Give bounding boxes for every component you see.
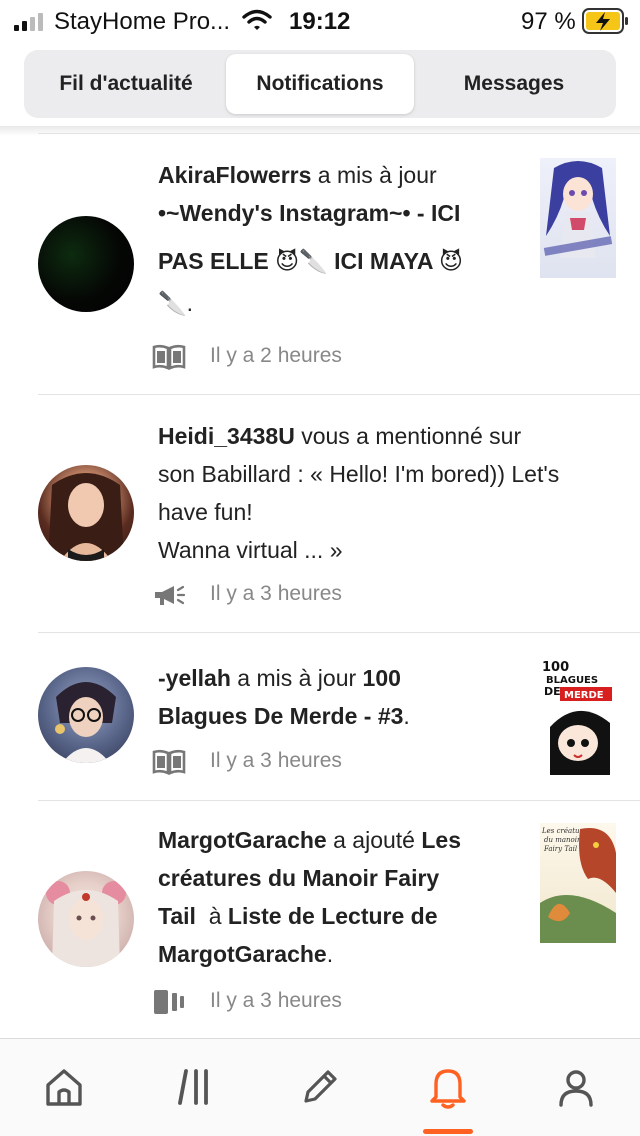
home-icon bbox=[46, 1069, 82, 1106]
message-preview: son Babillard : « Hello! I'm bored)) Let… bbox=[158, 461, 560, 487]
status-bar: StayHome Pro... 19:12 97 % bbox=[0, 0, 640, 44]
library-icon bbox=[178, 1069, 208, 1105]
story-title[interactable]: 100 bbox=[363, 665, 401, 691]
notification-item[interactable]: AkiraFlowerrs a mis à jour •~Wendy's Ins… bbox=[0, 140, 640, 394]
user-avatar[interactable] bbox=[38, 216, 134, 312]
signal-icon bbox=[14, 13, 43, 31]
username[interactable]: AkiraFlowerrs bbox=[158, 162, 311, 188]
wifi-icon bbox=[242, 9, 272, 30]
story-title-cont[interactable]: créatures du Manoir Fairy bbox=[158, 865, 439, 891]
bottom-nav bbox=[0, 1038, 640, 1136]
pencil-icon bbox=[304, 1070, 337, 1103]
notification-text: AkiraFlowerrs a mis à jour •~Wendy's Ins… bbox=[158, 162, 463, 316]
active-tab-indicator bbox=[423, 1129, 473, 1134]
book-icon bbox=[152, 749, 186, 775]
svg-text:MERDE: MERDE bbox=[564, 690, 604, 701]
jokes-cover-image: 100 BLAGUES DE MERDE bbox=[542, 660, 612, 775]
username[interactable]: -yellah bbox=[158, 665, 231, 691]
notification-time: Il y a 2 heures bbox=[210, 344, 342, 367]
creatures-cover-image: Les créatures du manoir Fairy Tail bbox=[540, 827, 616, 943]
svg-text:DE: DE bbox=[544, 685, 561, 698]
notification-text: MargotGarache a ajouté Les créatures du … bbox=[158, 827, 461, 967]
username[interactable]: Heidi_3438U bbox=[158, 423, 295, 449]
megaphone-icon bbox=[155, 585, 186, 605]
profile-icon bbox=[559, 1070, 593, 1107]
tab-messages[interactable]: Messages bbox=[416, 54, 612, 114]
user-avatar[interactable] bbox=[38, 667, 134, 763]
nav-notifications[interactable] bbox=[420, 1061, 476, 1113]
avatar-portrait-image bbox=[55, 682, 116, 763]
reading-list-title[interactable]: Liste de Lecture de bbox=[228, 903, 438, 929]
story-title[interactable]: •~Wendy's Instagram~• - ICI bbox=[158, 200, 460, 226]
battery-percent: 97 % bbox=[521, 8, 576, 35]
nav-profile[interactable] bbox=[548, 1061, 604, 1113]
story-title-cont[interactable]: Blagues De Merde - #3 bbox=[158, 703, 403, 729]
username[interactable]: MargotGarache bbox=[158, 827, 327, 853]
story-title[interactable]: Les bbox=[421, 827, 461, 853]
notification-item[interactable]: MargotGarache a ajouté Les créatures du … bbox=[0, 801, 640, 1037]
avatar-portrait-image bbox=[48, 473, 124, 561]
header-divider bbox=[38, 133, 640, 134]
book-icon bbox=[152, 344, 186, 370]
bell-icon bbox=[430, 1069, 466, 1109]
carrier-name: StayHome Pro... bbox=[54, 8, 231, 35]
story-cover-thumbnail[interactable]: Les créatures du manoir Fairy Tail bbox=[540, 823, 616, 943]
story-title-cont[interactable]: PAS ELLE 😈🔪 ICI MAYA 😈 bbox=[158, 248, 463, 274]
tab-notifications[interactable]: Notifications bbox=[226, 54, 414, 114]
avatar-portrait-image bbox=[46, 881, 126, 967]
status-time: 19:12 bbox=[289, 8, 351, 35]
notification-text: Heidi_3438U vous a mentionné sur son Bab… bbox=[158, 417, 628, 569]
nav-write[interactable] bbox=[292, 1061, 348, 1113]
story-cover-thumbnail[interactable]: 100 BLAGUES DE MERDE bbox=[540, 657, 616, 775]
tab-news-feed[interactable]: Fil d'actualité bbox=[28, 54, 224, 114]
notification-time: Il y a 3 heures bbox=[210, 582, 342, 605]
user-avatar[interactable] bbox=[38, 465, 134, 561]
notification-item[interactable]: Heidi_3438U vous a mentionné sur son Bab… bbox=[0, 395, 640, 632]
notification-time: Il y a 3 heures bbox=[210, 989, 342, 1012]
user-avatar[interactable] bbox=[38, 871, 134, 967]
nav-home[interactable] bbox=[36, 1061, 92, 1113]
battery-charging-icon bbox=[582, 8, 628, 34]
header-shadow bbox=[0, 126, 640, 136]
story-cover-thumbnail[interactable] bbox=[540, 158, 616, 278]
anime-girl-cover-image bbox=[543, 161, 613, 258]
nav-library[interactable] bbox=[166, 1061, 222, 1113]
svg-text:Fairy Tail: Fairy Tail bbox=[543, 845, 577, 853]
notification-text: -yellah a mis à jour 100 Blagues De Merd… bbox=[158, 665, 410, 729]
top-tab-bar: Fil d'actualité Notifications Messages bbox=[24, 50, 616, 118]
reading-list-icon bbox=[154, 990, 184, 1014]
svg-text:100: 100 bbox=[542, 660, 569, 675]
notification-time: Il y a 3 heures bbox=[210, 749, 342, 772]
svg-text:du manoir: du manoir bbox=[544, 836, 581, 844]
notification-item[interactable]: -yellah a mis à jour 100 Blagues De Merd… bbox=[0, 633, 640, 799]
